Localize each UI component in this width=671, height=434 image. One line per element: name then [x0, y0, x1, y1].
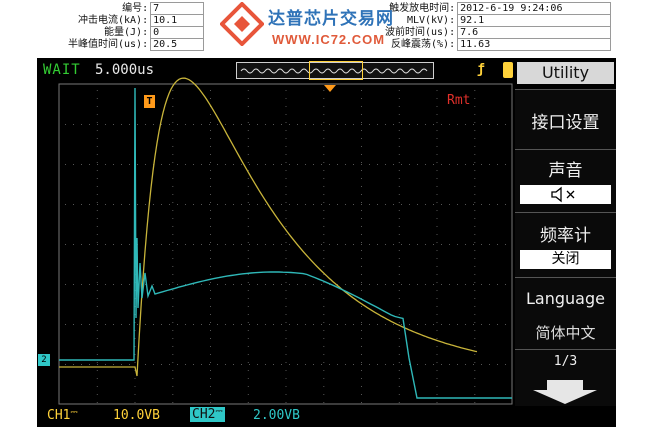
menu-item-label: 接口设置: [531, 113, 600, 133]
trigger-point-marker: T: [144, 95, 155, 108]
info-row: MLV(kV): 92.1: [383, 14, 612, 27]
watermark-url: WWW.IC72.COM: [272, 32, 386, 47]
channel-status-bar: CH1⎓ 10.0VB CH2⎓ 2.00VB: [37, 405, 616, 427]
info-row: 半峰值时间(us): 20.5: [66, 38, 205, 51]
softkey-menu: Utility 接口设置 声音 频率计 关闭 Language 简体中文 1/3: [515, 58, 616, 406]
menu-item-label: Language: [526, 289, 605, 308]
info-value: 7: [150, 2, 205, 15]
left-info-table: 编号: 7 冲击电流(kA): 10.1 能量(J): 0 半峰值时间(us): 20.…: [66, 2, 205, 51]
info-label: 半峰值时间(us):: [68, 39, 149, 50]
ch1-scale-value: 10.0V: [113, 408, 153, 423]
counter-value: 关闭: [520, 250, 611, 269]
bandwidth-limit-icon: B: [292, 408, 300, 423]
ch1-scale[interactable]: 10.0VB: [113, 408, 160, 423]
ch1-label[interactable]: CH1⎓: [47, 408, 78, 423]
info-value: 0: [150, 26, 205, 39]
ch1-name: CH1: [47, 408, 71, 423]
ch2-name: CH2: [192, 407, 216, 422]
menu-item-label: 声音: [548, 161, 583, 181]
watermark: 达普芯片交易网 WWW.IC72.COM: [220, 0, 405, 50]
info-value: 92.1: [457, 14, 612, 27]
menu-item-language[interactable]: Language 简体中文: [515, 277, 616, 349]
right-info-table: 触发放电时间: 2012-6-19 9:24:06 MLV(kV): 92.1 波前…: [383, 2, 612, 51]
waveform-graticule: [58, 77, 513, 405]
info-row: 波前时间(us): 7.6: [383, 26, 612, 39]
ch2-label[interactable]: CH2⎓: [190, 407, 225, 422]
trigger-position-marker[interactable]: [324, 85, 336, 92]
info-row: 能量(J): 0: [66, 26, 205, 39]
info-value: 2012-6-19 9:24:06: [457, 2, 612, 15]
info-value: 11.63: [457, 38, 612, 51]
ch2-ground-marker[interactable]: 2: [38, 354, 50, 366]
menu-next-page[interactable]: 1/3: [515, 349, 616, 406]
menu-item-sound[interactable]: 声音: [515, 149, 616, 212]
menu-title: Utility: [517, 62, 614, 84]
sound-value: [520, 185, 611, 204]
info-value: 7.6: [457, 26, 612, 39]
info-row: 反峰震荡(%): 11.63: [383, 38, 612, 51]
ch2-scale[interactable]: 2.00VB: [253, 408, 300, 423]
menu-item-interface[interactable]: 接口设置: [515, 89, 616, 149]
graticule-dots: [65, 90, 506, 403]
language-value: 简体中文: [535, 324, 596, 342]
info-row: 冲击电流(kA): 10.1: [66, 14, 205, 27]
ch2-scale-value: 2.00V: [253, 408, 293, 423]
watermark-name: 达普芯片交易网: [268, 9, 394, 29]
scope-screen: WAIT 5.000us ƒ T Rmt 2 CH1⎓ 10.0VB CH2⎓ …: [37, 58, 616, 427]
info-value: 20.5: [150, 38, 205, 51]
menu-item-counter[interactable]: 频率计 关闭: [515, 212, 616, 277]
dc-coupling-icon: ⎓: [215, 407, 223, 417]
menu-item-label: 频率计: [540, 226, 591, 246]
info-label: 冲击电流(kA):: [78, 15, 149, 26]
graticule-border: [58, 83, 513, 405]
info-row: 触发放电时间: 2012-6-19 9:24:06: [383, 2, 612, 15]
dc-coupling-icon: ⎓: [70, 408, 78, 418]
remote-indicator: Rmt: [447, 93, 471, 108]
ch1-waveform: [59, 77, 478, 377]
watermark-logo-icon: [220, 2, 264, 46]
info-row: 编号: 7: [66, 2, 205, 15]
down-arrow-icon: [533, 380, 597, 404]
bandwidth-limit-icon: B: [152, 408, 160, 423]
info-value: 10.1: [150, 14, 205, 27]
speaker-mute-icon: [550, 186, 574, 203]
info-label: 能量(J):: [104, 27, 149, 38]
info-header: 编号: 7 冲击电流(kA): 10.1 能量(J): 0 半峰值时间(us): 20.…: [0, 0, 671, 54]
info-label: 编号:: [122, 3, 149, 14]
